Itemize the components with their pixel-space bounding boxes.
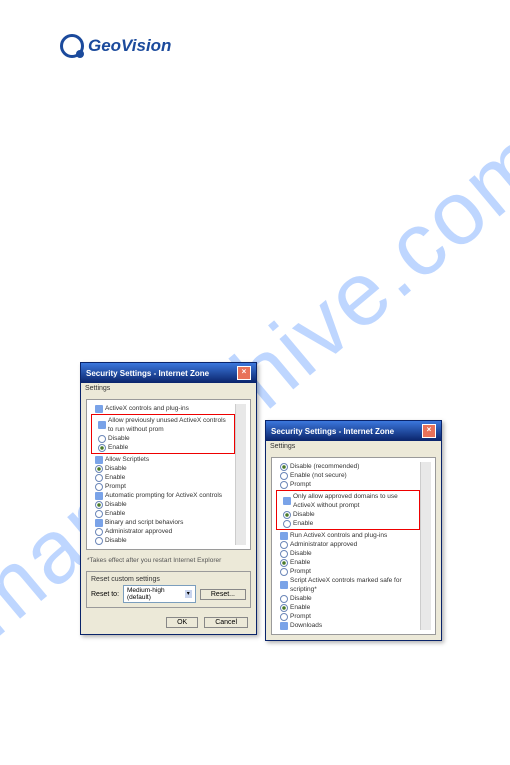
reset-label: Reset custom settings — [91, 576, 246, 583]
radio-prompt[interactable]: Prompt — [91, 482, 235, 491]
highlight-box-1: Allow previously unused ActiveX controls… — [91, 414, 235, 454]
radio-disable[interactable]: Disable — [279, 510, 417, 519]
gear-icon — [280, 532, 288, 540]
reset-to-label: Reset to: — [91, 591, 119, 598]
gear-icon — [280, 581, 288, 589]
security-settings-dialog-2: Security Settings - Internet Zone × Sett… — [265, 420, 442, 641]
dialog-title: Security Settings - Internet Zone — [271, 427, 394, 436]
reset-button[interactable]: Reset... — [200, 589, 246, 600]
restart-note: *Takes effect after you restart Internet… — [81, 555, 256, 566]
security-settings-dialog-1: Security Settings - Internet Zone × Sett… — [80, 362, 257, 635]
gear-icon — [283, 497, 291, 505]
radio-enable[interactable]: Enable — [94, 443, 232, 452]
logo-icon — [60, 34, 84, 58]
gear-icon — [95, 492, 103, 500]
close-button[interactable]: × — [237, 366, 251, 380]
item-allow-unused: Allow previously unused ActiveX controls… — [94, 416, 232, 434]
radio-disable[interactable]: Disable — [91, 464, 235, 473]
item-scriptlets: Allow Scriptlets — [91, 455, 235, 464]
radio-enable-ns[interactable]: Enable (not secure) — [276, 471, 420, 480]
radio-prompt[interactable]: Prompt — [276, 567, 420, 576]
radio-disable[interactable]: Disable — [91, 500, 235, 509]
item-auto-prompt: Automatic prompting for ActiveX controls — [91, 491, 235, 500]
radio-disable[interactable]: Disable — [276, 594, 420, 603]
radio-enable[interactable]: Enable — [91, 473, 235, 482]
gear-icon — [95, 456, 103, 464]
scrollbar[interactable] — [235, 404, 246, 545]
radio-disable-rec[interactable]: Disable (recommended) — [276, 462, 420, 471]
settings-panel: ActiveX controls and plug-ins Allow prev… — [86, 399, 251, 550]
reset-level-combo[interactable]: Medium-high (default) ▾ — [123, 585, 196, 603]
scrollbar[interactable] — [420, 462, 431, 630]
group-activex: ActiveX controls and plug-ins — [91, 404, 235, 413]
radio-disable[interactable]: Disable — [91, 536, 235, 545]
radio-enable[interactable]: Enable — [279, 519, 417, 528]
item-approved-domains: Only allow approved domains to use Activ… — [279, 492, 417, 510]
logo-text: GeoVision — [88, 36, 171, 56]
item-script-safe: Script ActiveX controls marked safe for … — [276, 576, 420, 594]
radio-enable[interactable]: Enable — [276, 558, 420, 567]
radio-prompt[interactable]: Prompt — [276, 612, 420, 621]
item-binary: Binary and script behaviors — [91, 518, 235, 527]
highlight-box-2: Reset custom settings Reset to: Medium-h… — [86, 571, 251, 608]
titlebar: Security Settings - Internet Zone × — [81, 363, 256, 383]
cancel-button[interactable]: Cancel — [204, 617, 248, 628]
radio-admin[interactable]: Administrator approved — [276, 540, 420, 549]
highlight-box-3: Only allow approved domains to use Activ… — [276, 490, 420, 530]
radio-disable[interactable]: Disable — [94, 434, 232, 443]
radio-enable[interactable]: Enable — [276, 603, 420, 612]
gear-icon — [95, 519, 103, 527]
item-run-activex: Run ActiveX controls and plug-ins — [276, 531, 420, 540]
dialog-buttons: OK Cancel — [81, 613, 256, 634]
settings-panel: Disable (recommended) Enable (not secure… — [271, 457, 436, 635]
settings-label: Settings — [81, 383, 256, 394]
settings-label: Settings — [266, 441, 441, 452]
dialog-title: Security Settings - Internet Zone — [86, 369, 209, 378]
group-downloads: Downloads — [276, 621, 420, 630]
ok-button[interactable]: OK — [166, 617, 198, 628]
chevron-down-icon: ▾ — [185, 590, 192, 598]
gear-icon — [98, 421, 106, 429]
radio-disable[interactable]: Disable — [276, 549, 420, 558]
brand-logo: GeoVision — [60, 34, 171, 58]
close-button[interactable]: × — [422, 424, 436, 438]
gear-icon — [280, 622, 288, 630]
titlebar: Security Settings - Internet Zone × — [266, 421, 441, 441]
gear-icon — [95, 405, 103, 413]
radio-enable[interactable]: Enable — [91, 509, 235, 518]
radio-prompt[interactable]: Prompt — [276, 480, 420, 489]
radio-admin[interactable]: Administrator approved — [91, 527, 235, 536]
